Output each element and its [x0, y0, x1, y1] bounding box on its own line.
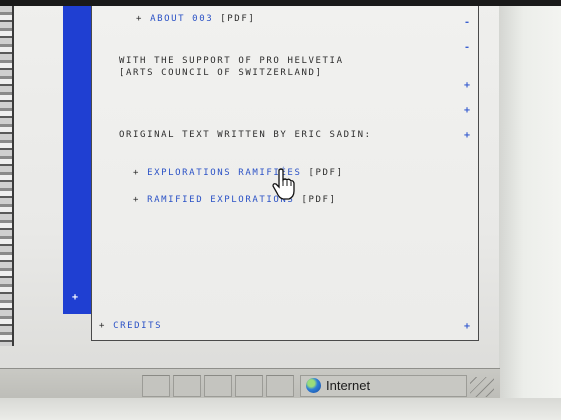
explorations-ramifiees-pdf-tag: [PDF]: [308, 168, 344, 178]
ramified-explorations-row[interactable]: + RAMIFIED EXPLORATIONS [PDF]: [133, 195, 337, 205]
monitor-bezel: [499, 0, 561, 420]
ramified-explorations-pdf-tag: [PDF]: [301, 195, 337, 205]
resize-grip-icon[interactable]: [470, 377, 494, 397]
security-zone-panel[interactable]: Internet: [300, 375, 467, 397]
explorations-ramifiees-row[interactable]: + EXPLORATIONS RAMIFIÉES [PDF]: [133, 168, 344, 178]
support-line-1: WITH THE SUPPORT OF PRO HELVETIA: [119, 56, 344, 66]
status-segment-2: [173, 375, 201, 397]
blue-navigation-bar: [63, 6, 91, 314]
status-segment-4: [235, 375, 263, 397]
status-segment-1: [142, 375, 170, 397]
side-mark-3[interactable]: +: [464, 80, 470, 91]
status-segment-3: [204, 375, 232, 397]
about-pdf-tag: [PDF]: [220, 14, 256, 24]
hand-cursor-icon: [272, 168, 295, 200]
blue-bar-plus[interactable]: +: [72, 292, 78, 303]
about-link[interactable]: ABOUT 003: [150, 14, 213, 24]
side-mark-5[interactable]: +: [464, 130, 470, 141]
credits-row[interactable]: + CREDITS: [99, 321, 162, 331]
credits-link[interactable]: CREDITS: [113, 321, 162, 331]
credits-prefix: +: [99, 321, 107, 331]
explorations-ramifiees-prefix: +: [133, 168, 141, 178]
side-mark-4[interactable]: +: [464, 105, 470, 116]
left-frame-line: [12, 6, 14, 346]
original-text-label: ORIGINAL TEXT WRITTEN BY ERIC SADIN:: [119, 130, 372, 140]
about-prefix: +: [136, 14, 144, 24]
status-segment-5: [266, 375, 294, 397]
zone-label: Internet: [326, 378, 371, 393]
side-mark-2[interactable]: -: [464, 42, 470, 53]
support-line-2: [ARTS COUNCIL OF SWITZERLAND]: [119, 68, 323, 78]
side-mark-6[interactable]: +: [464, 321, 470, 332]
browser-status-bar: Internet: [0, 368, 500, 399]
globe-icon: [306, 378, 321, 393]
monitor-lower-bezel: [0, 398, 561, 420]
about-link-row[interactable]: + ABOUT 003 [PDF]: [136, 14, 255, 24]
side-mark-1[interactable]: -: [464, 17, 470, 28]
left-artwork-strip: [0, 6, 12, 346]
ramified-explorations-prefix: +: [133, 195, 141, 205]
